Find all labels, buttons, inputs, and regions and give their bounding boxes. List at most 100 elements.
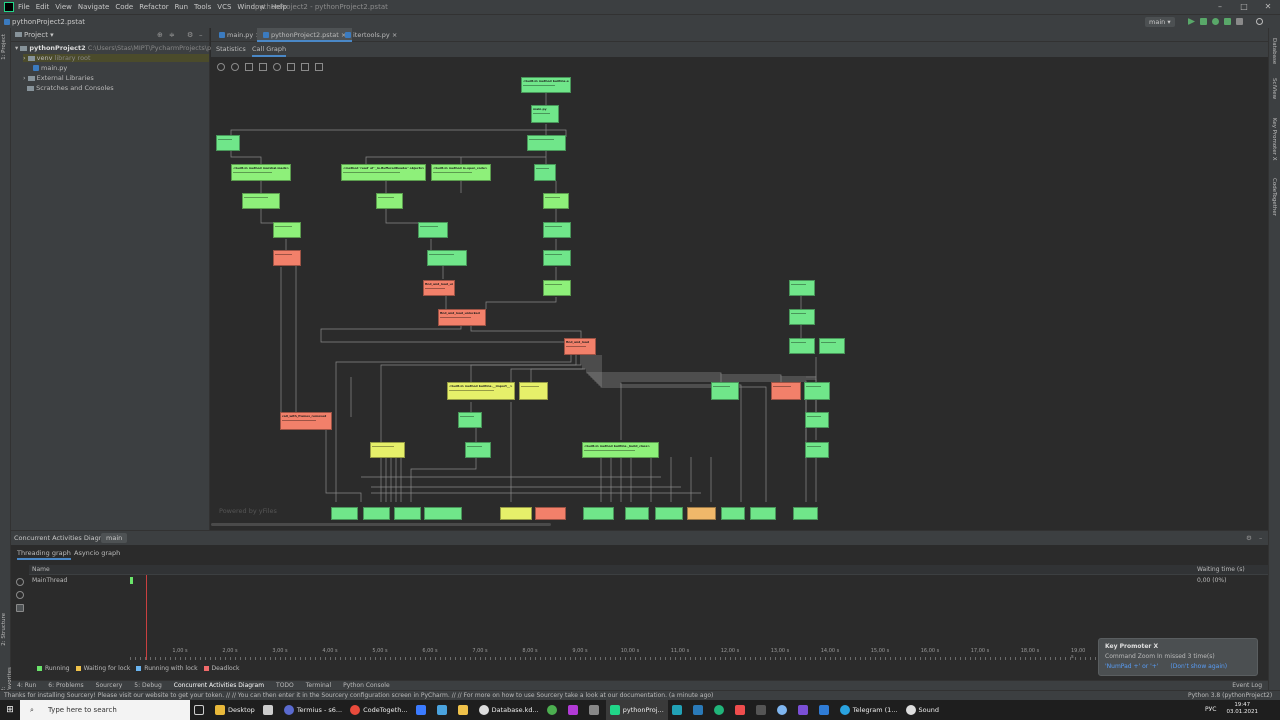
taskbar-desktop[interactable]: Desktop (211, 700, 259, 720)
tab-statistics[interactable]: Statistics (216, 42, 246, 57)
taskbar-app[interactable] (752, 700, 773, 720)
tool-concurrent-diagram[interactable]: Concurrent Activities Diagram (174, 682, 264, 689)
run-icon[interactable] (1188, 18, 1195, 25)
taskbar-app[interactable] (433, 700, 454, 720)
node-l[interactable] (543, 250, 571, 266)
node-open-code[interactable]: <built-in method io.open_code> (431, 164, 491, 181)
tree-venv[interactable]: › venv library root (23, 54, 209, 62)
taskbar-app[interactable] (564, 700, 585, 720)
maximize-icon[interactable]: □ (1232, 0, 1256, 14)
node-r[interactable] (789, 280, 815, 296)
leaf-node[interactable] (793, 507, 818, 520)
taskbar-pycharm[interactable]: pythonProj... (605, 700, 668, 720)
leaf-node[interactable] (750, 507, 776, 520)
node-marshal-loads[interactable]: <built-in method marshal.loads> (231, 164, 291, 181)
tool-todo[interactable]: TODO (276, 682, 294, 689)
node-y[interactable] (465, 442, 491, 458)
tool-tab-key-promoter[interactable]: Key Promoter X (1271, 118, 1277, 161)
node-p[interactable] (771, 382, 801, 400)
menu-file[interactable]: File (18, 3, 30, 11)
node-h[interactable] (418, 222, 448, 238)
dont-show-again-link[interactable]: (Don't show again) (1170, 663, 1227, 670)
leaf-node[interactable] (535, 507, 566, 520)
thread-name[interactable]: MainThread (32, 577, 67, 584)
taskbar-sound[interactable]: Sound (902, 700, 943, 720)
taskbar-app[interactable] (815, 700, 836, 720)
taskbar-app[interactable] (454, 700, 475, 720)
node-k[interactable] (427, 250, 467, 266)
taskbar-telegram[interactable]: Telegram (1... (836, 700, 902, 720)
tool-tab-sciview[interactable]: SciView (1271, 78, 1277, 99)
menu-view[interactable]: View (55, 3, 72, 11)
menu-tools[interactable]: Tools (194, 3, 211, 11)
node-find-and-load-unlocked[interactable]: find_and_load_unlocked (438, 309, 486, 326)
horizontal-scrollbar[interactable] (211, 523, 551, 526)
taskbar-codetogether[interactable]: CodeTogeth... (346, 700, 411, 720)
node-main-py[interactable]: main.py (531, 105, 559, 123)
node-i[interactable] (543, 222, 571, 238)
node-b[interactable] (527, 135, 566, 151)
tool-tab-database[interactable]: Database (1271, 38, 1277, 64)
tool-event-log[interactable]: Event Log (1232, 682, 1262, 689)
node-o[interactable] (711, 382, 739, 400)
menu-run[interactable]: Run (175, 3, 188, 11)
node-builtins-import[interactable]: <built-in method builtins.__import__> (447, 382, 515, 400)
node-x[interactable] (370, 442, 405, 458)
profile-icon[interactable] (1224, 18, 1231, 25)
stop-icon[interactable] (1236, 18, 1243, 25)
leaf-node[interactable] (687, 507, 716, 520)
node-call-with-frames-removed[interactable]: call_with_frames_removed (280, 412, 332, 430)
taskbar-app[interactable] (585, 700, 606, 720)
leaf-node[interactable] (424, 507, 462, 520)
taskbar-app[interactable] (543, 700, 564, 720)
locate-icon[interactable]: ⊕ (157, 31, 163, 39)
leaf-node[interactable] (394, 507, 421, 520)
call-graph-canvas[interactable]: <built-in method builtins.exec> main.py … (211, 57, 1268, 530)
breadcrumb[interactable]: pythonProject2.pstat (12, 18, 85, 26)
node-find-and-load[interactable]: find_and_load (564, 338, 596, 355)
tool-run[interactable]: 4: Run (17, 682, 36, 689)
taskbar-app[interactable] (689, 700, 710, 720)
menu-navigate[interactable]: Navigate (78, 3, 109, 11)
taskbar-database[interactable]: Database.kd... (475, 700, 543, 720)
tree-scratches[interactable]: Scratches and Consoles (23, 84, 114, 92)
node-n[interactable] (519, 382, 548, 400)
node-v[interactable] (458, 412, 482, 428)
hide-panel-icon[interactable]: – (1259, 531, 1262, 545)
leaf-node[interactable] (625, 507, 649, 520)
search-everywhere-icon[interactable] (1256, 18, 1263, 25)
leaf-node[interactable] (331, 507, 358, 520)
coverage-icon[interactable] (1212, 18, 1219, 25)
node-s[interactable] (789, 309, 815, 325)
leaf-node[interactable] (363, 507, 390, 520)
tool-debug[interactable]: 5: Debug (134, 682, 161, 689)
node-j[interactable] (273, 250, 301, 266)
run-config-select[interactable]: main ▾ (1145, 17, 1175, 27)
taskbar-app[interactable] (731, 700, 752, 720)
task-view-icon[interactable] (190, 700, 211, 720)
node-w[interactable] (805, 412, 829, 428)
node-builtins-exec[interactable]: <built-in method builtins.exec> (521, 77, 571, 93)
tab-call-graph[interactable]: Call Graph (252, 42, 287, 57)
tool-tab-codetogether[interactable]: CodeTogether (1271, 178, 1277, 216)
taskbar-search[interactable]: ⌕ Type here to search (20, 700, 190, 720)
key-promoter-popup[interactable]: Key Promoter X Command Zoom In missed 3 … (1098, 638, 1258, 676)
tool-terminal[interactable]: Terminal (306, 682, 331, 689)
node-m[interactable] (543, 280, 571, 296)
leaf-node[interactable] (721, 507, 745, 520)
taskbar-app[interactable] (412, 700, 433, 720)
concurrent-target-tab[interactable]: main (101, 533, 128, 543)
tool-tab-project[interactable]: 1: Project (1, 34, 7, 60)
node-d[interactable] (242, 193, 280, 209)
tool-python-console[interactable]: Python Console (343, 682, 390, 689)
hide-panel-icon[interactable]: – (199, 31, 203, 39)
leaf-node[interactable] (655, 507, 683, 520)
node-find-and-load-unlocked-a[interactable]: find_and_load_unlocked (423, 280, 455, 296)
export-icon[interactable] (16, 604, 24, 612)
tab-asyncio-graph[interactable]: Asyncio graph (74, 546, 120, 560)
node-read[interactable]: <method 'read' of '_io.BufferedReader' o… (341, 164, 426, 181)
taskbar-clock[interactable]: 19:47 03.01.2021 (1227, 702, 1259, 716)
project-panel-title[interactable]: Project (24, 31, 48, 39)
tool-problems[interactable]: 6: Problems (48, 682, 83, 689)
record-icon[interactable] (16, 578, 24, 586)
